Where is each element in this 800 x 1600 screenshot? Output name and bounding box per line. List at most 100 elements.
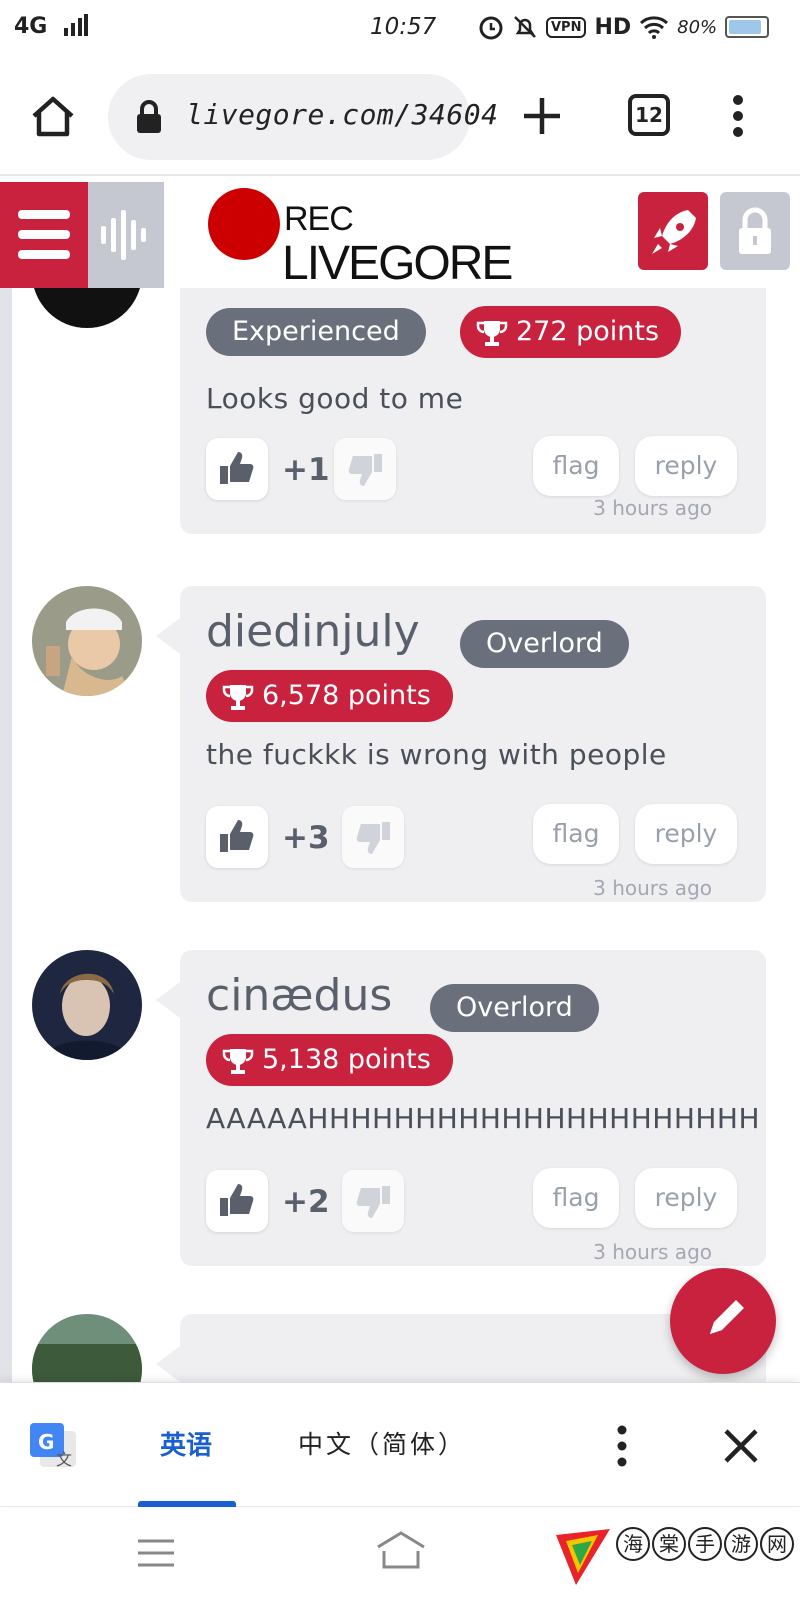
watermark-char: 海 (616, 1527, 650, 1561)
status-bar: 4G 10:57 VPN HD 80% (0, 0, 800, 56)
source-language-tab[interactable]: 英语 (160, 1425, 212, 1462)
wifi-icon (640, 16, 669, 39)
logo-rec-text: REC (284, 200, 354, 238)
thumbs-down-icon (356, 822, 390, 854)
comment-list: Experienced 272 points Looks good to me … (0, 288, 800, 1382)
alarm-icon (479, 16, 503, 40)
lock-icon (137, 100, 161, 133)
more-vert-icon[interactable] (726, 92, 750, 140)
avatar-image (32, 288, 142, 328)
downvote-button[interactable] (342, 806, 404, 868)
thumbs-up-icon (220, 820, 254, 852)
rocket-icon (652, 210, 696, 254)
vote-count: +2 (282, 1184, 330, 1220)
network-indicator: 4G (14, 14, 48, 39)
points-badge: 272 points (460, 306, 682, 358)
tab-switcher-button[interactable]: 12 (628, 94, 670, 136)
thumbs-up-icon (220, 452, 254, 484)
pencil-icon (710, 1300, 744, 1334)
reply-button[interactable]: reply (635, 1168, 737, 1228)
username[interactable]: diedinjuly (206, 606, 420, 657)
watermark: 海 棠 手 游 网 (552, 1515, 794, 1595)
signal-icon (64, 14, 88, 36)
comment-text: AAAAAHHHHHHHHHHHHHHHHHHHHH (206, 1102, 761, 1135)
google-translate-icon[interactable]: G 文 (28, 1421, 78, 1471)
avatar[interactable] (32, 288, 142, 328)
compose-comment-button[interactable] (670, 1268, 776, 1374)
timestamp: 3 hours ago (593, 876, 712, 900)
home-icon[interactable] (28, 92, 78, 142)
system-nav-bar: 海 棠 手 游 网 (0, 1506, 800, 1600)
address-bar[interactable]: livegore.com/34604 (108, 74, 498, 160)
target-language-tab[interactable]: 中文（简体） (298, 1425, 466, 1461)
record-dot-icon (208, 188, 280, 260)
comment: Experienced 272 points Looks good to me … (0, 288, 800, 568)
close-icon[interactable] (720, 1425, 762, 1467)
active-tab-indicator (138, 1501, 236, 1507)
rank-badge: Experienced (206, 308, 426, 356)
points-text: 6,578 points (262, 680, 431, 711)
flag-button[interactable]: flag (533, 804, 619, 864)
downvote-button[interactable] (342, 1170, 404, 1232)
login-button[interactable] (720, 192, 790, 270)
watermark-char: 网 (760, 1527, 794, 1561)
audio-wave-button[interactable] (88, 182, 164, 288)
avatar-image (32, 1314, 142, 1382)
logo-name-text: LIVEGORE (282, 237, 513, 290)
audio-wave-icon (101, 210, 146, 260)
home-nav-icon[interactable] (374, 1529, 428, 1573)
upvote-button[interactable] (206, 806, 268, 868)
watermark-char: 手 (688, 1527, 722, 1561)
padlock-icon (739, 207, 771, 254)
new-tab-icon[interactable] (518, 92, 566, 140)
url-text: livegore.com/34604 (186, 98, 499, 131)
avatar[interactable] (32, 950, 142, 1060)
rank-badge: Overlord (460, 620, 629, 668)
vote-count: +1 (282, 452, 330, 488)
comment-bubble: diedinjuly Overlord 6,578 points the fuc… (156, 586, 766, 902)
vpn-badge: VPN (546, 16, 587, 38)
battery-percent: 80% (677, 16, 718, 38)
reply-button[interactable]: reply (635, 804, 737, 864)
downvote-button[interactable] (334, 438, 396, 500)
rocket-button[interactable] (638, 192, 708, 270)
points-text: 5,138 points (262, 1044, 431, 1075)
flag-button[interactable]: flag (533, 436, 619, 496)
hd-indicator: HD (594, 14, 632, 40)
hamburger-icon (18, 210, 70, 259)
watermark-char: 棠 (652, 1527, 686, 1561)
avatar[interactable] (32, 1314, 142, 1382)
svg-text:G: G (38, 1430, 54, 1454)
comment: diedinjuly Overlord 6,578 points the fuc… (0, 586, 800, 916)
timestamp: 3 hours ago (593, 496, 712, 520)
points-text: 272 points (516, 316, 660, 347)
comment: cinædus Overlord 5,138 points AAAAAHHHHH… (0, 950, 800, 1280)
watermark-text: 海 棠 手 游 网 (616, 1527, 794, 1561)
comment-text: Looks good to me (206, 382, 464, 415)
more-vert-icon[interactable] (610, 1423, 634, 1469)
avatar[interactable] (32, 586, 142, 696)
trophy-icon (222, 685, 254, 710)
flag-button[interactable]: flag (533, 1168, 619, 1228)
points-badge: 6,578 points (206, 670, 453, 722)
watermark-logo-icon (556, 1529, 610, 1585)
username[interactable]: cinædus (206, 970, 392, 1021)
comment-text: the fuckkk is wrong with people (206, 738, 667, 771)
comment-bubble: cinædus Overlord 5,138 points AAAAAHHHHH… (156, 950, 766, 1266)
site-logo[interactable]: REC LIVEGORE (204, 186, 524, 290)
upvote-button[interactable] (206, 438, 268, 500)
thumbs-up-icon (220, 1184, 254, 1216)
points-badge: 5,138 points (206, 1034, 453, 1086)
hamburger-menu-button[interactable] (0, 182, 88, 288)
clock: 10:57 (370, 14, 437, 40)
status-icons: VPN HD 80% (478, 12, 770, 42)
reply-button[interactable]: reply (635, 436, 737, 496)
thumbs-down-icon (356, 1186, 390, 1218)
avatar-image (32, 586, 142, 696)
recents-icon[interactable] (136, 1537, 176, 1569)
thumbs-down-icon (348, 454, 382, 486)
upvote-button[interactable] (206, 1170, 268, 1232)
svg-text:文: 文 (56, 1450, 72, 1469)
mute-bell-icon (514, 16, 536, 38)
battery-icon (725, 16, 770, 38)
